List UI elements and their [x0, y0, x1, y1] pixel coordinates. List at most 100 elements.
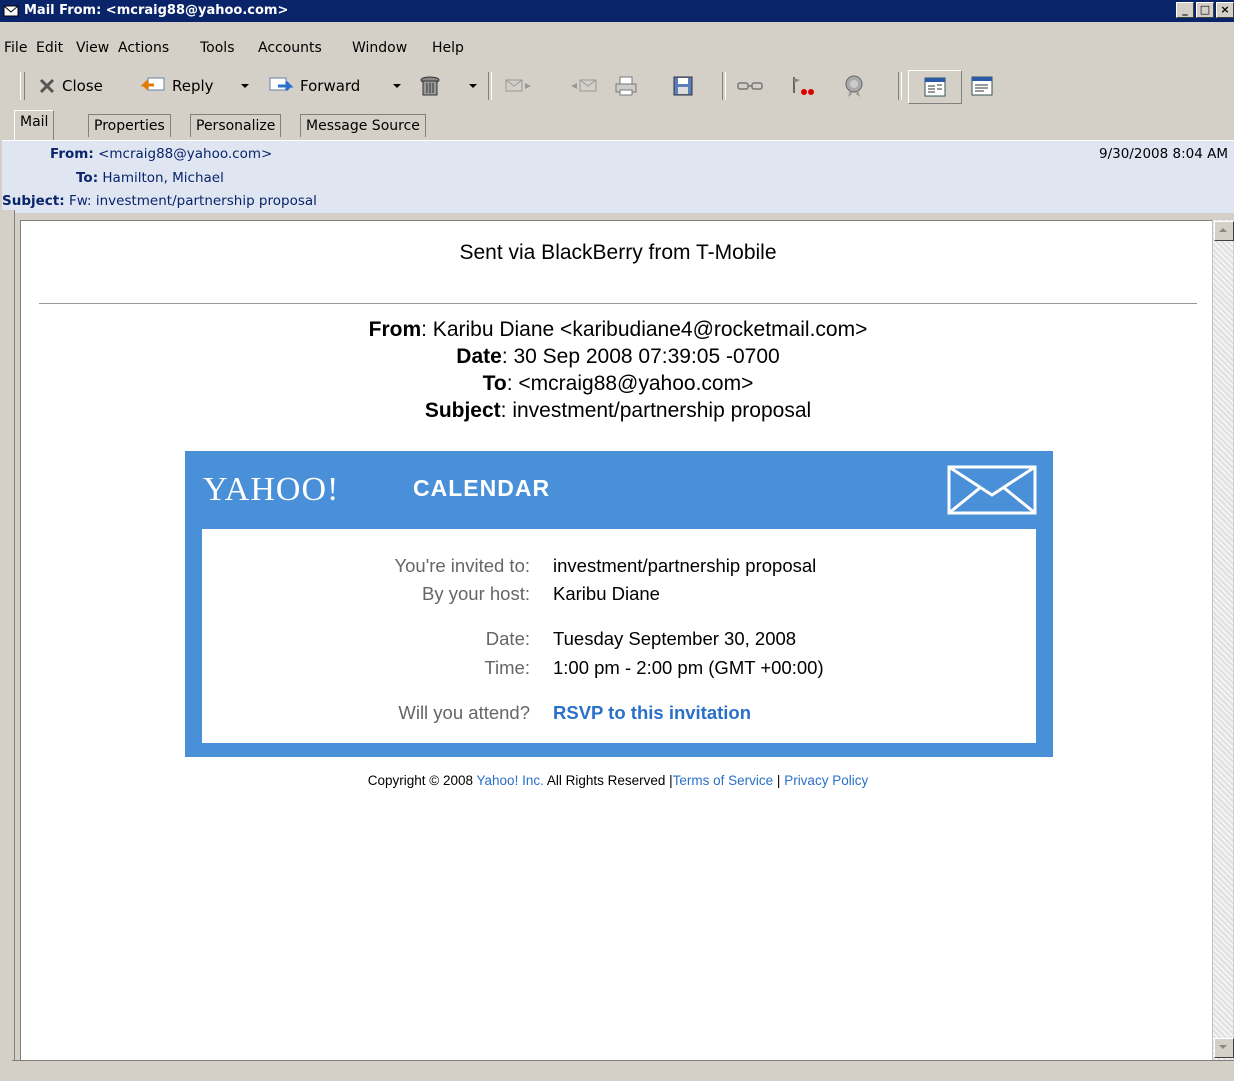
floppy-disk-icon	[673, 76, 693, 96]
chevron-down-icon	[393, 84, 401, 88]
security-button[interactable]	[842, 74, 866, 98]
fwd-date-label: Date	[456, 345, 502, 368]
attend-label: Will you attend?	[398, 702, 530, 723]
header-to-label: To:	[76, 170, 99, 186]
copyright-footer: Copyright © 2008 Yahoo! Inc. All Rights …	[21, 773, 1215, 788]
flag-icon	[793, 77, 814, 95]
flag-button[interactable]	[790, 74, 816, 98]
header-subject-label: Subject:	[2, 193, 65, 209]
menu-actions[interactable]: Actions	[118, 40, 169, 56]
date-label: Date:	[485, 628, 530, 649]
rsvp-link[interactable]: RSVP to this invitation	[553, 702, 751, 724]
printer-icon	[615, 76, 637, 96]
trash-can-icon	[420, 76, 440, 96]
fwd-from-label: From	[368, 318, 422, 341]
time-label: Time:	[484, 657, 530, 678]
next-message-button[interactable]	[504, 74, 534, 98]
toolbar-grip[interactable]	[20, 72, 25, 100]
view-options-button[interactable]	[736, 74, 764, 98]
seal-icon	[845, 75, 863, 97]
junk-button[interactable]	[418, 74, 442, 98]
tab-message-source[interactable]: Message Source	[300, 114, 426, 137]
toolbar-separator	[488, 72, 492, 100]
fwd-subject-label: Subject	[424, 399, 501, 422]
menu-help[interactable]: Help	[432, 40, 464, 56]
time-value: 1:00 pm - 2:00 pm (GMT +00:00)	[553, 657, 824, 678]
header-from-value[interactable]: <mcraig88@yahoo.com>	[98, 146, 272, 162]
footer-divider: |	[773, 773, 785, 788]
yahoo-inc-link[interactable]: Yahoo! Inc.	[477, 773, 544, 788]
vertical-scrollbar[interactable]	[1212, 220, 1234, 1060]
header-from-label: From:	[50, 146, 94, 162]
left-rail	[0, 210, 15, 1080]
menu-tools[interactable]: Tools	[200, 40, 235, 56]
header-pane-button[interactable]	[970, 74, 994, 98]
glasses-icon	[737, 82, 763, 90]
forward-dropdown[interactable]	[392, 74, 402, 98]
fwd-date-value: : 30 Sep 2008 07:39:05 -0700	[501, 345, 780, 368]
tab-properties[interactable]: Properties	[88, 114, 171, 137]
forwarded-header: From: Karibu Diane <karibudiane4@rocketm…	[21, 316, 1215, 424]
reply-icon	[140, 77, 165, 91]
close-window-button[interactable]: ×	[1216, 2, 1234, 18]
divider	[39, 303, 1197, 304]
mail-window-icon	[3, 5, 19, 17]
host-label: By your host:	[422, 583, 530, 604]
toolbar: Close Reply Forward	[0, 66, 1234, 106]
minimize-button[interactable]: _	[1176, 2, 1194, 18]
previous-mail-icon	[571, 79, 597, 92]
copyright-text: Copyright © 2008	[367, 773, 477, 788]
preview-pane-button[interactable]	[908, 70, 962, 104]
arrow-up-icon	[1219, 228, 1227, 232]
toolbar-separator	[722, 72, 726, 100]
message-body: Sent via BlackBerry from T-Mobile From: …	[20, 220, 1215, 1062]
menu-view[interactable]: View	[76, 40, 109, 56]
arrow-down-icon	[1219, 1045, 1227, 1049]
rights-text: All Rights Reserved |	[543, 773, 673, 788]
menu-accounts[interactable]: Accounts	[258, 40, 322, 56]
maximize-button[interactable]: □	[1196, 2, 1214, 18]
calendar-header: YAHOO! CALENDAR	[185, 451, 1053, 527]
close-button[interactable]: Close	[38, 74, 103, 98]
menu-window[interactable]: Window	[352, 40, 407, 56]
chevron-down-icon	[241, 84, 249, 88]
close-button-label: Close	[62, 77, 103, 95]
status-bar	[12, 1060, 1234, 1081]
next-mail-icon	[505, 79, 531, 92]
preview-pane-icon	[924, 77, 946, 97]
message-content: Sent via BlackBerry from T-Mobile From: …	[21, 221, 1215, 1061]
scroll-down-button[interactable]	[1214, 1038, 1234, 1058]
yahoo-logo: YAHOO!	[203, 471, 340, 508]
tab-personalize[interactable]: Personalize	[190, 114, 282, 137]
calendar-title: CALENDAR	[413, 475, 551, 501]
header-date: 9/30/2008 8:04 AM	[1098, 146, 1228, 162]
tab-mail[interactable]: Mail	[14, 110, 55, 141]
terms-of-service-link[interactable]: Terms of Service	[673, 773, 774, 788]
junk-dropdown[interactable]	[468, 74, 478, 98]
fwd-to-label: To	[482, 372, 507, 395]
header-to-value[interactable]: Hamilton, Michael	[102, 170, 223, 186]
header-subject-value: Fw: investment/partnership proposal	[68, 193, 317, 209]
sent-via-text: Sent via BlackBerry from T-Mobile	[459, 241, 777, 264]
invited-label: You're invited to:	[394, 555, 530, 576]
forward-button[interactable]: Forward	[268, 74, 360, 98]
save-button[interactable]	[672, 74, 694, 98]
close-x-icon	[39, 78, 55, 94]
invited-value: investment/partnership proposal	[553, 555, 817, 576]
reply-dropdown[interactable]	[240, 74, 250, 98]
menu-file[interactable]: File	[4, 40, 27, 56]
menu-edit[interactable]: Edit	[36, 40, 63, 56]
print-button[interactable]	[614, 74, 638, 98]
calendar-invite: YAHOO! CALENDAR You're invited to: inves…	[185, 451, 1053, 757]
invite-details: You're invited to: investment/partnershi…	[202, 529, 1036, 743]
header-pane-icon	[971, 76, 993, 96]
header-from-row: From: <mcraig88@yahoo.com>	[50, 146, 272, 162]
privacy-policy-link[interactable]: Privacy Policy	[784, 773, 868, 788]
fwd-subject-value: : investment/partnership proposal	[500, 399, 812, 422]
previous-message-button[interactable]	[568, 74, 598, 98]
reply-button[interactable]: Reply	[140, 74, 214, 98]
scroll-up-button[interactable]	[1214, 221, 1234, 241]
forward-icon	[269, 77, 294, 92]
fwd-to-value: : <mcraig88@yahoo.com>	[506, 372, 754, 395]
fwd-from-value: : Karibu Diane <karibudiane4@rocketmail.…	[421, 318, 868, 341]
